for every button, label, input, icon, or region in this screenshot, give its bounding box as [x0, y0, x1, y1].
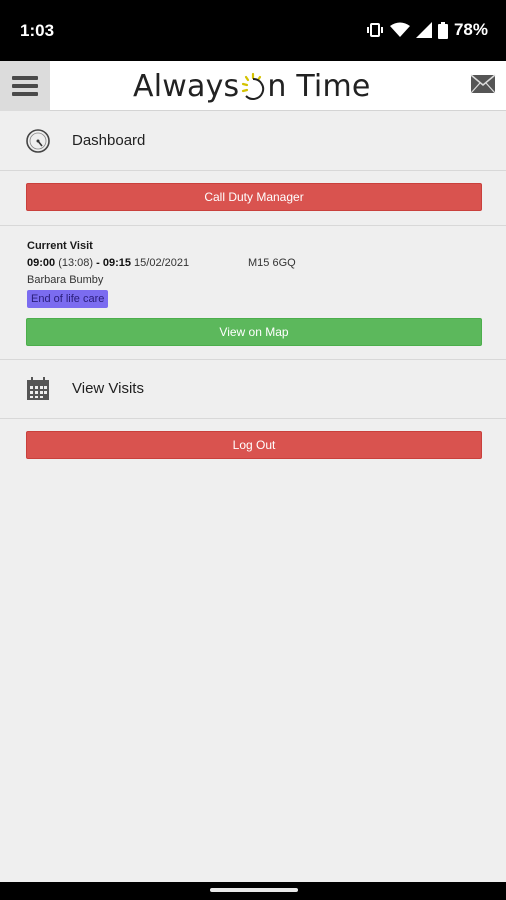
visit-end-time: 09:15 — [102, 257, 131, 269]
menu-button[interactable] — [0, 61, 50, 111]
duty-manager-section: Call Duty Manager — [0, 171, 506, 226]
mail-icon — [470, 74, 496, 94]
visit-actual-time: (13:08) — [58, 257, 94, 269]
status-icons: 78% — [366, 20, 488, 40]
visit-start-time: 09:00 — [27, 257, 56, 269]
visit-client-name: Barbara Bumby — [27, 274, 104, 286]
app-logo: Always n Time — [133, 67, 371, 105]
nav-view-visits[interactable]: View Visits — [0, 360, 506, 419]
cell-signal-icon — [415, 22, 432, 38]
logo-clock-icon — [240, 71, 266, 101]
battery-percent: 78% — [453, 20, 488, 39]
status-time: 1:03 — [20, 21, 55, 40]
battery-icon — [437, 21, 448, 39]
vibrate-icon — [366, 23, 383, 37]
visit-times: 09:00 (13:08) - 09:15 15/02/2021 — [27, 257, 189, 269]
visit-care-type-badge: End of life care — [27, 290, 109, 308]
visit-postcode: M15 6GQ — [248, 257, 296, 269]
nav-view-visits-label: View Visits — [72, 380, 144, 397]
calendar-icon — [27, 377, 49, 400]
visit-date: 15/02/2021 — [134, 257, 190, 269]
logo-text-start: Always — [133, 68, 240, 104]
call-duty-manager-button[interactable]: Call Duty Manager — [26, 183, 482, 211]
system-nav-bar — [0, 882, 506, 900]
messages-button[interactable] — [470, 74, 496, 98]
app-header: Always n Time — [0, 61, 506, 111]
visit-time-separator: - — [93, 257, 103, 269]
log-out-button[interactable]: Log Out — [26, 431, 482, 459]
logo-text-end: n Time — [267, 68, 371, 104]
view-on-map-button[interactable]: View on Map — [26, 318, 482, 346]
home-gesture-handle[interactable] — [210, 888, 298, 892]
wifi-icon — [389, 22, 410, 37]
hamburger-icon — [12, 76, 38, 96]
nav-dashboard-label: Dashboard — [72, 132, 146, 149]
status-bar: 1:03 78% — [0, 0, 506, 61]
speedometer-icon — [26, 129, 50, 153]
current-visit-title: Current Visit — [27, 240, 93, 252]
nav-dashboard[interactable]: Dashboard — [0, 112, 506, 171]
